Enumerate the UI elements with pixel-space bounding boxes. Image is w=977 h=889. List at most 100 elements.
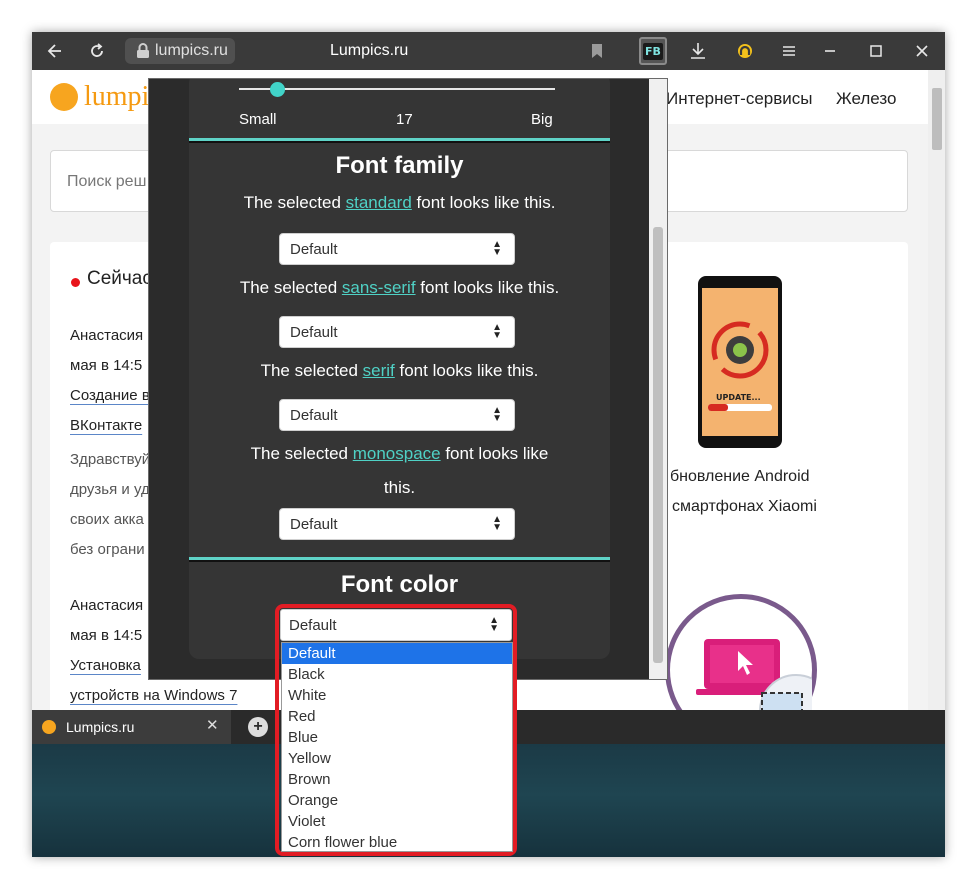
font-row-prefix: The selected: [239, 278, 342, 297]
font-link-standard[interactable]: standard: [346, 193, 412, 212]
select-arrows-icon: ▲ ▼: [492, 322, 502, 341]
window-title: Lumpics.ru: [330, 42, 409, 59]
color-option[interactable]: White: [282, 685, 512, 706]
sans-serif-font-select[interactable]: Default ▲ ▼: [279, 316, 515, 348]
color-option[interactable]: Default: [282, 643, 512, 664]
feed-text: Анастасия: [70, 597, 144, 614]
color-option[interactable]: Violet: [282, 811, 512, 832]
alice-icon[interactable]: [730, 36, 760, 66]
menu-icon[interactable]: [774, 36, 804, 66]
font-link-serif[interactable]: serif: [363, 361, 395, 380]
popup-scrollbar[interactable]: [649, 79, 667, 679]
feed-article-link[interactable]: ВКонтакте: [70, 417, 142, 434]
tab-close-icon[interactable]: ✕: [206, 716, 219, 734]
serif-font-select[interactable]: Default ▲ ▼: [279, 399, 515, 431]
color-option[interactable]: Brown: [282, 769, 512, 790]
popup-scroll-thumb[interactable]: [653, 227, 663, 663]
slider-value-label: 17: [396, 111, 413, 128]
font-row-suffix: font looks like this.: [415, 278, 560, 297]
slider-max-label: Big: [531, 111, 553, 128]
feed-article-link[interactable]: Создание в: [70, 387, 150, 404]
nav-internet-services[interactable]: Интернет-сервисы: [666, 89, 813, 109]
back-icon[interactable]: [39, 36, 69, 66]
reload-icon[interactable]: [82, 36, 112, 66]
feed-text: мая в 14:5: [70, 627, 143, 644]
feed-text: Анастасия: [70, 327, 144, 344]
article-caption-line2[interactable]: смартфонах Xiaomi: [672, 498, 817, 516]
bookmark-icon[interactable]: [582, 36, 612, 66]
search-placeholder: Поиск реш: [67, 173, 147, 190]
monospace-font-select[interactable]: Default ▲ ▼: [279, 508, 515, 540]
font-size-slider-handle[interactable]: [269, 82, 285, 97]
android-update-illustration: UPDATE...: [708, 321, 772, 411]
nav-hardware[interactable]: Железо: [836, 89, 896, 109]
logo-orange-icon[interactable]: [50, 83, 78, 111]
close-window-icon[interactable]: [907, 36, 937, 66]
select-value: Default: [290, 516, 338, 533]
font-row-prefix: The selected: [243, 193, 346, 212]
address-text[interactable]: lumpics.ru: [155, 42, 228, 60]
font-row-prefix: The selected: [250, 444, 353, 463]
select-arrows-icon: ▲ ▼: [492, 514, 502, 533]
feed-text: без ограни: [70, 541, 145, 558]
font-color-select[interactable]: Default ▲ ▼: [280, 609, 512, 641]
page-scroll-thumb[interactable]: [932, 88, 942, 150]
font-row-monospace-text-cont: this.: [383, 478, 416, 497]
font-row-suffix: font looks like: [440, 444, 549, 463]
font-row-prefix: The selected: [260, 361, 363, 380]
article-caption-line1[interactable]: бновление Android: [670, 468, 810, 486]
feed-text: своих акка: [70, 511, 144, 528]
font-color-title: Font color: [340, 571, 459, 598]
select-value: Default: [290, 241, 338, 258]
tab-lumpics[interactable]: Lumpics.ru ✕: [32, 710, 231, 744]
color-option[interactable]: Black: [282, 664, 512, 685]
feed-text: мая в 14:5: [70, 357, 143, 374]
color-option[interactable]: Red: [282, 706, 512, 727]
browser-titlebar: lumpics.ru Lumpics.ru FB: [32, 32, 945, 70]
feed-text: друзья и уд: [70, 481, 150, 498]
feed-text: Здравствуй: [70, 451, 151, 468]
select-value: Default: [289, 617, 337, 634]
live-feed-title: Сейчас: [87, 268, 152, 289]
color-option[interactable]: Blue: [282, 727, 512, 748]
article-image-laptop[interactable]: [665, 594, 833, 710]
font-link-monospace[interactable]: monospace: [353, 444, 441, 463]
page-scrollbar[interactable]: [928, 70, 945, 710]
article-image-phone[interactable]: UPDATE...: [698, 276, 782, 448]
maximize-icon[interactable]: [861, 36, 891, 66]
color-option[interactable]: Orange: [282, 790, 512, 811]
feed-article-link[interactable]: устройств на Windows 7: [70, 687, 237, 704]
extension-fb-button[interactable]: FB: [639, 37, 667, 65]
lock-icon: [132, 40, 154, 62]
font-row-monospace-text: The selected monospace font looks like: [189, 444, 610, 464]
section-divider: [189, 557, 610, 560]
minimize-icon[interactable]: [815, 36, 845, 66]
font-row-suffix: font looks like this.: [394, 361, 539, 380]
slider-min-label: Small: [239, 111, 277, 128]
new-tab-plus-icon[interactable]: +: [248, 717, 268, 737]
font-link-sans-serif[interactable]: sans-serif: [342, 278, 416, 297]
font-size-slider[interactable]: [239, 88, 555, 90]
site-logo-text[interactable]: lumpi: [84, 81, 149, 113]
color-option[interactable]: Corn flower blue: [282, 832, 512, 853]
select-value: Default: [290, 407, 338, 424]
feed-article-link[interactable]: Установка: [70, 657, 141, 674]
select-arrows-icon: ▲ ▼: [492, 405, 502, 424]
font-color-options-list: Default Black White Red Blue Yellow Brown Orang…: [281, 642, 513, 852]
live-dot-icon: [71, 278, 80, 287]
standard-font-select[interactable]: Default ▲ ▼: [279, 233, 515, 265]
download-icon[interactable]: [683, 36, 713, 66]
section-divider: [189, 138, 610, 141]
select-arrows-icon: ▲ ▼: [489, 615, 499, 634]
phone-update-label: UPDATE...: [716, 393, 761, 402]
select-value: Default: [290, 324, 338, 341]
phone-screen: UPDATE...: [702, 288, 778, 436]
select-arrows-icon: ▲ ▼: [492, 239, 502, 258]
font-family-title: Font family: [335, 152, 464, 179]
color-option[interactable]: Yellow: [282, 748, 512, 769]
font-row-standard-text: The selected standard font looks like th…: [189, 193, 610, 213]
font-row-suffix: font looks like this.: [411, 193, 556, 212]
extension-popup: Small 17 Big Font family The selected st…: [148, 78, 668, 680]
font-row-sans-serif-text: The selected sans-serif font looks like …: [189, 278, 610, 298]
font-row-serif-text: The selected serif font looks like this.: [189, 361, 610, 381]
